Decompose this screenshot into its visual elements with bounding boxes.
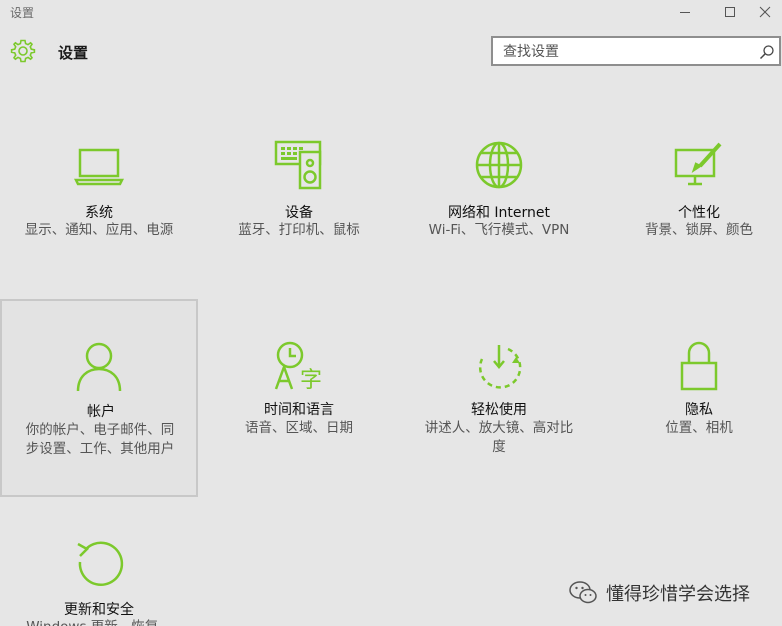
search-input[interactable]: [501, 41, 755, 63]
window-title: 设置: [10, 6, 35, 20]
tile-description: 位置、相机: [665, 420, 733, 436]
tile-title: 设备: [285, 205, 313, 221]
wechat-icon: [569, 581, 597, 604]
tile-description: 语音、区域、日期: [245, 420, 353, 436]
close-icon: [759, 6, 771, 18]
tile-description: Wi-Fi、飞行模式、VPN: [428, 222, 570, 238]
lock-icon: [674, 341, 724, 391]
maximize-icon: [725, 7, 735, 17]
tile-description: 蓝牙、打印机、鼠标: [238, 222, 360, 238]
tile-title: 个性化: [678, 205, 720, 221]
tile-title: 隐私: [685, 402, 713, 418]
tile-accounts[interactable]: 帐户 你的帐户、电子邮件、同步设置、工作、其他用户: [0, 299, 198, 497]
person-icon: [74, 341, 124, 391]
ease-of-access-icon: [474, 341, 524, 391]
refresh-icon: [74, 540, 124, 590]
tile-description: Windows 更新、恢复、备份: [20, 618, 178, 626]
tile-ease-of-access[interactable]: 轻松使用 讲述人、放大镜、高对比度: [400, 299, 598, 497]
tile-privacy[interactable]: 隐私 位置、相机: [600, 299, 782, 497]
minimize-button[interactable]: [662, 0, 708, 24]
tile-description: 讲述人、放大镜、高对比度: [424, 420, 574, 455]
tile-title: 更新和安全: [64, 602, 134, 618]
laptop-icon: [74, 140, 124, 190]
gear-icon: [10, 39, 36, 63]
search-icon[interactable]: [759, 44, 775, 60]
tile-title: 网络和 Internet: [447, 205, 551, 221]
clock-language-icon: 字: [274, 341, 324, 391]
page-title: 设置: [58, 44, 89, 62]
close-button[interactable]: [748, 0, 782, 24]
tile-title: 系统: [85, 205, 113, 221]
minimize-icon: [680, 12, 690, 13]
tile-time-language[interactable]: 字 时间和语言 语音、区域、日期: [200, 299, 398, 497]
tile-title: 时间和语言: [264, 402, 334, 418]
globe-icon: [474, 140, 524, 190]
tile-description: 背景、锁屏、颜色: [645, 222, 753, 238]
search-box[interactable]: [491, 36, 781, 66]
watermark: 懂得珍惜学会选择: [568, 578, 750, 608]
watermark-text: 懂得珍惜学会选择: [606, 584, 750, 605]
tile-title: 帐户: [87, 404, 115, 420]
tile-description: 显示、通知、应用、电源: [24, 222, 174, 238]
svg-text:字: 字: [300, 368, 322, 391]
monitor-paintbrush-icon: [674, 140, 724, 190]
tile-title: 轻松使用: [471, 402, 527, 418]
tile-description: 你的帐户、电子邮件、同步设置、工作、其他用户: [25, 422, 175, 457]
title-bar: 设置: [0, 0, 782, 24]
tile-update-security[interactable]: 更新和安全 Windows 更新、恢复、备份: [0, 500, 198, 626]
maximize-button[interactable]: [707, 0, 753, 24]
keyboard-speaker-icon: [274, 140, 324, 190]
